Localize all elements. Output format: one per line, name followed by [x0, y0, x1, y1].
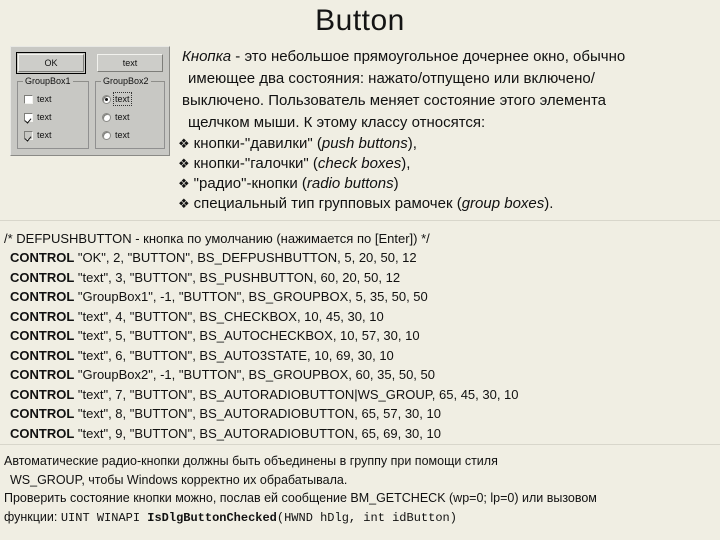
bullet-en: group boxes — [461, 195, 545, 212]
code-keyword: CONTROL — [10, 386, 75, 402]
radio-label-3: text — [115, 130, 130, 140]
intro-line-4: щелчком мыши. К этому классу относятся: — [188, 114, 486, 131]
code-args: "text", 7, "BUTTON", BS_AUTORADIOBUTTON|… — [74, 386, 519, 402]
checkbox-label-1: text — [37, 94, 52, 104]
checkbox-label-3: text — [37, 130, 52, 140]
bullet-en: radio buttons — [306, 175, 394, 192]
footer-line-2: WS_GROUP, чтобы Windows корректно их обр… — [10, 472, 348, 487]
ok-button[interactable]: OK — [16, 52, 86, 74]
bullet-tail: ), — [407, 135, 417, 152]
radio-row-1[interactable]: text — [102, 92, 132, 106]
code-keyword: CONTROL — [10, 406, 75, 421]
bullet-list: ❖ кнопки-"давилки" (push buttons), ❖ кно… — [178, 134, 718, 214]
intro-term: Кнопка — [182, 48, 232, 65]
diamond-bullet-icon: ❖ — [178, 156, 190, 171]
code-line: CONTROL "OK", 2, "BUTTON", BS_DEFPUSHBUT… — [4, 248, 720, 268]
groupbox-1-label: GroupBox1 — [23, 76, 73, 86]
diamond-bullet-icon: ❖ — [178, 196, 190, 211]
code-args: "text", 6, "BUTTON", BS_AUTO3STATE, 10, … — [74, 347, 394, 363]
code-line: CONTROL "text", 4, "BUTTON", BS_CHECKBOX… — [4, 307, 720, 327]
bullet-text: кнопки-"давилки" (push buttons), — [194, 134, 417, 154]
radio-selected-icon[interactable] — [102, 94, 111, 104]
code-args: "text", 8, "BUTTON", BS_AUTORADIOBUTTON,… — [74, 406, 441, 421]
code-block: /* DEFPUSHBUTTON - кнопка по умолчанию (… — [0, 220, 720, 445]
code-line: CONTROL "text", 3, "BUTTON", BS_PUSHBUTT… — [4, 268, 720, 288]
code-args: "text", 3, "BUTTON", BS_PUSHBUTTON, 60, … — [74, 269, 401, 285]
list-item: ❖ кнопки-"галочки" (check boxes), — [178, 154, 718, 174]
code-comment: /* DEFPUSHBUTTON - кнопка по умолчанию (… — [4, 231, 430, 246]
groupbox-1: GroupBox1 text text text — [17, 76, 89, 149]
checkbox-label-2: text — [37, 112, 52, 122]
intro-line-3: выключено. Пользователь меняет состояние… — [182, 92, 606, 109]
code-args: "OK", 2, "BUTTON", BS_DEFPUSHBUTTON, 5, … — [74, 250, 417, 265]
footer-line-3: Проверить состояние кнопки можно, послав… — [4, 491, 597, 505]
groupbox-2-label: GroupBox2 — [101, 76, 151, 86]
code-line: CONTROL "text", 8, "BUTTON", BS_AUTORADI… — [4, 404, 720, 424]
footer-signature-prefix: UINT WINAPI — [60, 510, 148, 525]
checkbox-checked-icon[interactable] — [24, 112, 33, 122]
diamond-bullet-icon: ❖ — [178, 176, 190, 191]
code-args: "GroupBox1", -1, "BUTTON", BS_GROUPBOX, … — [74, 289, 428, 304]
code-keyword: CONTROL — [10, 425, 75, 441]
diamond-bullet-icon: ❖ — [178, 136, 190, 151]
code-line: CONTROL "text", 5, "BUTTON", BS_AUTOCHEC… — [4, 326, 720, 346]
footer-line-4-prefix: функции: — [4, 509, 61, 524]
list-item: ❖ специальный тип групповых рамочек (gro… — [178, 194, 718, 214]
footer-signature-args: (HWND hDlg, int idButton) — [276, 510, 457, 525]
code-args: "text", 5, "BUTTON", BS_AUTOCHECKBOX, 10… — [74, 328, 420, 343]
code-line: CONTROL "text", 9, "BUTTON", BS_AUTORADI… — [4, 424, 720, 444]
code-args: "text", 4, "BUTTON", BS_CHECKBOX, 10, 45… — [74, 308, 384, 324]
code-keyword: CONTROL — [10, 347, 75, 363]
intro-line-1: Кнопка - это небольшое прямоугольное доч… — [182, 46, 720, 68]
code-line: CONTROL "GroupBox1", -1, "BUTTON", BS_GR… — [4, 287, 720, 307]
groupbox-2: GroupBox2 text text text — [95, 76, 165, 149]
checkbox-unchecked-icon[interactable] — [24, 94, 33, 104]
bullet-tail: ). — [544, 195, 554, 212]
radio-row-3[interactable]: text — [102, 130, 130, 140]
code-line: CONTROL "text", 7, "BUTTON", BS_AUTORADI… — [4, 385, 720, 405]
bullet-text: специальный тип групповых рамочек (group… — [194, 194, 554, 214]
checkbox-row-1[interactable]: text — [24, 94, 52, 104]
code-keyword: CONTROL — [10, 308, 75, 324]
bullet-ru: кнопки-"давилки" ( — [193, 135, 322, 152]
radio-row-2[interactable]: text — [102, 112, 130, 122]
bullet-ru: "радио"-кнопки ( — [193, 175, 307, 192]
checkbox-tristate-icon[interactable] — [24, 130, 33, 140]
bullet-en: check boxes — [317, 155, 402, 172]
footer-notes: Автоматические радио-кнопки должны быть … — [4, 452, 720, 527]
footer-line-4: функции: UINT WINAPI IsDlgButtonChecked(… — [4, 508, 720, 528]
bullet-text: "радио"-кнопки (radio buttons) — [194, 174, 399, 194]
radio-unselected-icon[interactable] — [102, 130, 111, 140]
intro-line-2: имеющее два состояния: нажато/отпущено и… — [188, 70, 595, 87]
footer-line-1: Автоматические радио-кнопки должны быть … — [4, 454, 498, 468]
list-item: ❖ "радио"-кнопки (radio buttons) — [178, 174, 718, 194]
intro-paragraph: Кнопка - это небольшое прямоугольное доч… — [182, 46, 720, 134]
code-keyword: CONTROL — [10, 250, 75, 265]
text-push-button[interactable]: text — [97, 54, 163, 72]
bullet-tail: ), — [401, 155, 411, 172]
code-keyword: CONTROL — [10, 328, 75, 343]
code-keyword: CONTROL — [10, 289, 75, 304]
radio-label-1: text — [113, 92, 132, 106]
page-title: Button — [315, 4, 405, 37]
code-args: "text", 9, "BUTTON", BS_AUTORADIOBUTTON,… — [74, 425, 441, 441]
bullet-en: push buttons — [321, 135, 408, 152]
checkbox-row-2[interactable]: text — [24, 112, 52, 122]
code-line: CONTROL "GroupBox2", -1, "BUTTON", BS_GR… — [4, 365, 720, 385]
bullet-text: кнопки-"галочки" (check boxes), — [194, 154, 411, 174]
radio-label-2: text — [115, 112, 130, 122]
radio-unselected-icon[interactable] — [102, 112, 111, 122]
code-line: CONTROL "text", 6, "BUTTON", BS_AUTO3STA… — [4, 346, 720, 366]
code-args: "GroupBox2", -1, "BUTTON", BS_GROUPBOX, … — [74, 367, 435, 382]
list-item: ❖ кнопки-"давилки" (push buttons), — [178, 134, 718, 154]
dialog-preview: OK text GroupBox1 text text text GroupBo… — [10, 46, 170, 156]
bullet-ru: кнопки-"галочки" ( — [193, 155, 318, 172]
checkbox-row-3[interactable]: text — [24, 130, 52, 140]
code-keyword: CONTROL — [10, 367, 75, 382]
intro-line-1-rest: - это небольшое прямоугольное дочернее о… — [231, 48, 626, 65]
bullet-ru: специальный тип групповых рамочек ( — [193, 195, 462, 212]
bullet-tail: ) — [393, 175, 399, 192]
footer-function-name: IsDlgButtonChecked — [147, 510, 277, 525]
code-keyword: CONTROL — [10, 269, 75, 285]
